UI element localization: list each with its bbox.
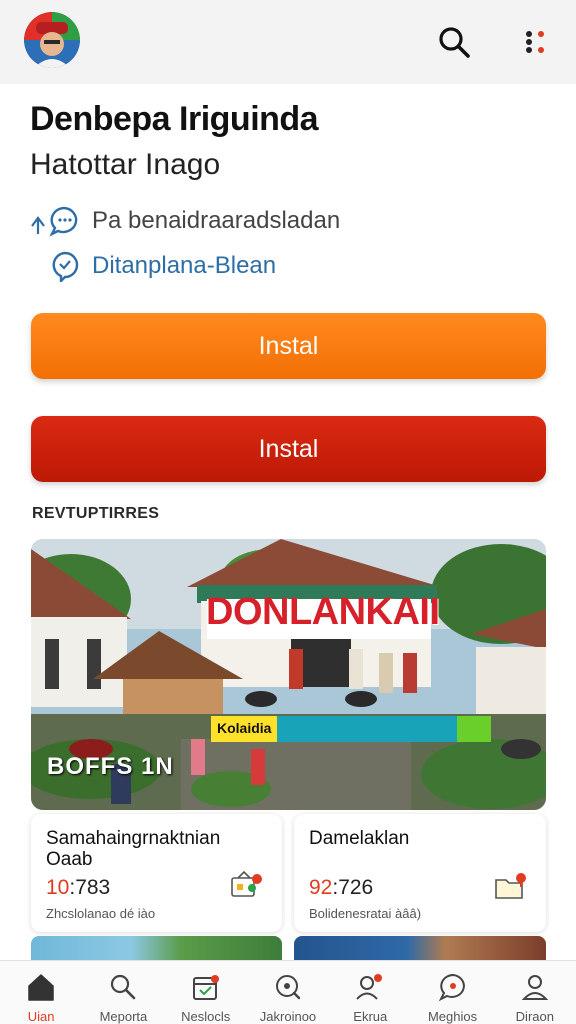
card-value-rest: :726	[332, 876, 374, 899]
info-card[interactable]: Damelaklan 92:726 Bolidenesratai àââ)	[294, 814, 546, 932]
nav-item-search[interactable]: Meporta	[82, 961, 164, 1024]
hero-image[interactable]: DONLANKAII Kolaidia BOFFS 1N	[31, 539, 546, 810]
page-title: Denbepa Iriguinda	[30, 100, 319, 138]
search-button[interactable]	[432, 20, 476, 64]
section-heading: REVTUPTIRRES	[32, 505, 160, 522]
nav-item-calendar[interactable]: Neslocls	[165, 961, 247, 1024]
search-icon	[275, 975, 301, 1000]
hero-banner: Kolaidia	[211, 716, 491, 742]
tag-icon	[231, 870, 262, 897]
install-button-secondary[interactable]: Instal	[31, 416, 546, 482]
card-note: Bolidenesratai àââ)	[309, 906, 422, 921]
page-subtitle: Hatottar Inago	[30, 148, 221, 181]
info-row-description: Pa benaidraaradsladan	[28, 204, 340, 238]
home-icon	[28, 974, 54, 1001]
chat-icon	[438, 973, 465, 1002]
card-value: 10:783	[46, 876, 110, 900]
next-card-image-left[interactable]	[31, 936, 282, 962]
folder-pin-icon	[495, 873, 526, 899]
install-button-primary[interactable]: Instal	[31, 313, 546, 379]
nav-item-people[interactable]: Ekrua	[329, 961, 411, 1024]
info-card[interactable]: Samahaingrnaktnian Oaab 10:783 Zhcslolan…	[31, 814, 282, 932]
info-row-location[interactable]: Ditanplana-Blean	[50, 250, 276, 282]
hero-sign-text: DONLANKAII	[206, 591, 440, 633]
card-value-highlight: 10	[46, 876, 70, 899]
nav-label: Neslocls	[181, 1009, 231, 1024]
chat-icon	[31, 206, 78, 237]
nav-item-profile[interactable]: Diraon	[494, 961, 576, 1024]
calendar-icon	[192, 975, 219, 1000]
nav-label: Diraon	[515, 1009, 554, 1024]
hero-caption: BOFFS 1N	[47, 753, 174, 780]
card-title: Samahaingrnaktnian Oaab	[46, 828, 221, 870]
card-value: 92:726	[309, 876, 373, 900]
nav-label: Ekrua	[353, 1009, 388, 1024]
more-vertical-icon	[526, 31, 544, 53]
top-app-bar	[0, 0, 576, 84]
bottom-navigation: Uian Meporta Neslocls Jakroinoo Ekrua Me…	[0, 960, 576, 1024]
next-card-image-right[interactable]	[294, 936, 546, 962]
more-menu-button[interactable]	[512, 20, 556, 64]
nav-item-messages[interactable]: Meghios	[411, 961, 493, 1024]
nav-label: Meghios	[427, 1009, 478, 1024]
search-icon	[439, 27, 470, 58]
card-value-rest: :783	[69, 876, 111, 899]
hero-banner-label: Kolaidia	[211, 716, 278, 742]
nav-label: Uian	[27, 1009, 55, 1024]
card-value-highlight: 92	[309, 876, 333, 899]
location-chat-icon	[52, 251, 79, 282]
info-description: Pa benaidraaradsladan	[92, 207, 341, 234]
search-icon	[111, 974, 136, 1000]
nav-label: Jakroinoo	[259, 1009, 317, 1024]
card-note: Zhcslolanao dé iào	[46, 906, 156, 921]
people-icon	[356, 974, 383, 1000]
hero-banner-end	[457, 716, 491, 742]
location-link: Ditanplana-Blean	[92, 252, 277, 279]
card-title: Damelaklan	[309, 828, 410, 849]
nav-item-home[interactable]: Uian	[0, 961, 82, 1024]
user-icon	[521, 975, 549, 1000]
hero-banner-stripe	[277, 716, 457, 742]
nav-item-explore[interactable]: Jakroinoo	[247, 961, 329, 1024]
nav-label: Meporta	[99, 1009, 148, 1024]
avatar[interactable]	[24, 12, 80, 68]
